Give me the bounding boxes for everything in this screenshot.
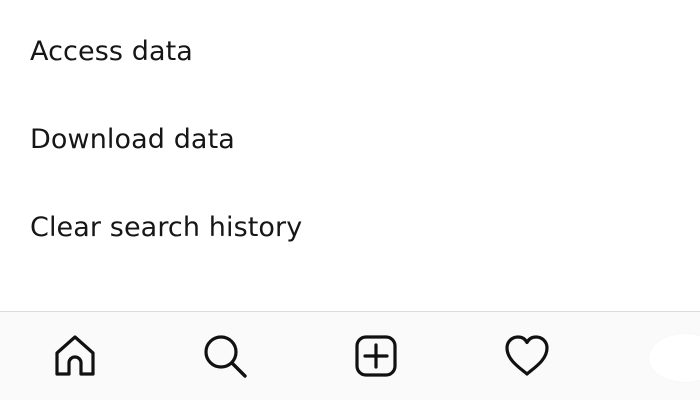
- settings-screen: Access data Download data Clear search h…: [0, 0, 700, 400]
- data-settings-menu: Access data Download data Clear search h…: [0, 0, 700, 312]
- bottom-navigation-bar: [0, 311, 700, 400]
- new-post-icon: [355, 335, 397, 377]
- search-icon: [204, 335, 247, 378]
- home-icon: [55, 335, 95, 376]
- home-tab[interactable]: [47, 328, 103, 384]
- profile-avatar: [649, 334, 700, 382]
- search-tab[interactable]: [197, 328, 253, 384]
- access-data-label: Access data: [30, 36, 193, 67]
- access-data-item[interactable]: Access data: [0, 26, 700, 114]
- profile-tab[interactable]: [645, 332, 700, 382]
- download-data-label: Download data: [30, 124, 235, 155]
- clear-search-history-item[interactable]: Clear search history: [0, 202, 700, 290]
- clear-search-history-label: Clear search history: [30, 212, 303, 243]
- activity-tab[interactable]: [499, 328, 555, 384]
- new-post-tab[interactable]: [348, 328, 404, 384]
- heart-icon: [505, 335, 549, 376]
- download-data-item[interactable]: Download data: [0, 114, 700, 202]
